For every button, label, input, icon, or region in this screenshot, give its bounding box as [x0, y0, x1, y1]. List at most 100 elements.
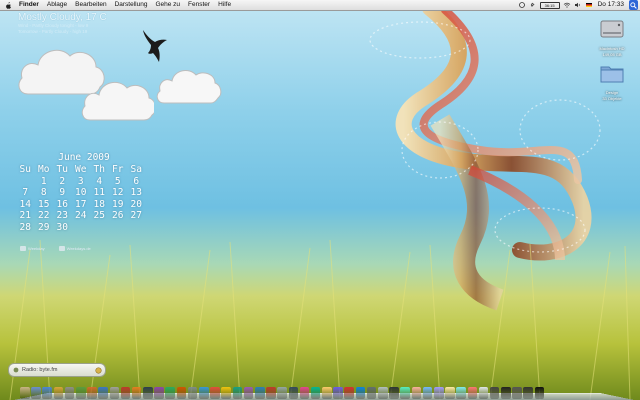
- badge[interactable]: Weekdays.de: [58, 246, 91, 251]
- dock-app-icon[interactable]: [131, 387, 142, 398]
- radio-dial-icon[interactable]: [95, 366, 102, 374]
- battery-indicator[interactable]: 36:15: [539, 1, 560, 9]
- dock-app-icon[interactable]: [512, 387, 522, 398]
- dock-app-icon[interactable]: [20, 387, 30, 398]
- dock-items: [20, 387, 545, 398]
- dock-app-icon[interactable]: [87, 387, 97, 398]
- dock-app-icon[interactable]: [232, 387, 243, 398]
- dock-app-icon[interactable]: [75, 387, 86, 398]
- calendar-grid: Su Mo Tu We Th Fr Sa 1 2 3 4 5 6 7 8 9 1…: [16, 164, 152, 234]
- wifi-icon[interactable]: [563, 2, 571, 8]
- menu-extras: 36:15 Do 17:33: [518, 0, 638, 10]
- dock-app-icon[interactable]: [98, 387, 108, 398]
- dock-app-icon[interactable]: [322, 387, 332, 398]
- dock-app-icon[interactable]: [400, 387, 410, 398]
- dock-app-icon[interactable]: [254, 387, 265, 398]
- menu-fenster[interactable]: Fenster: [184, 0, 214, 10]
- calendar-day: 12: [112, 187, 124, 199]
- calendar-day: 24: [75, 210, 87, 222]
- dock-app-icon[interactable]: [266, 387, 276, 398]
- weekday-label: Sa: [130, 164, 142, 175]
- dock-app-icon[interactable]: [277, 387, 287, 398]
- flag-icon[interactable]: [585, 2, 593, 8]
- dock-app-icon[interactable]: [176, 387, 187, 398]
- dock-app-icon[interactable]: [64, 387, 75, 398]
- dock-app-icon[interactable]: [109, 387, 120, 398]
- dock-app-icon[interactable]: [154, 387, 164, 398]
- dock-app-icon[interactable]: [489, 387, 500, 398]
- dock-app-icon[interactable]: [143, 387, 153, 398]
- volume-icon[interactable]: [574, 2, 582, 8]
- time-machine-icon[interactable]: [518, 2, 526, 8]
- dock-app-icon[interactable]: [411, 387, 422, 398]
- dock-app-icon[interactable]: [534, 387, 545, 398]
- dock-app-icon[interactable]: [243, 387, 254, 398]
- dock-app-icon[interactable]: [165, 387, 176, 398]
- desktop-icon-label: Macintosh HD: [599, 46, 625, 51]
- dock-app-icon[interactable]: [422, 387, 433, 398]
- dock-app-icon[interactable]: [378, 387, 388, 398]
- weather-condition: Mostly Cloudy, 17 C: [18, 12, 107, 23]
- weather-widget[interactable]: Mostly Cloudy, 17 C Wind - Partly Cloudy…: [18, 12, 107, 35]
- calendar-day: 9: [59, 187, 66, 199]
- weekday-label: We: [75, 164, 87, 175]
- badge-label: Weekday: [28, 246, 45, 251]
- calendar-day: 7: [22, 187, 29, 199]
- calendar-day: 27: [130, 210, 142, 222]
- calendar-day: 2: [59, 175, 66, 187]
- menu-clock[interactable]: Do 17:33: [596, 0, 626, 10]
- desktop-icon-design-folder[interactable]: Design 33 Objekte: [588, 62, 636, 101]
- dock-app-icon[interactable]: [355, 387, 366, 398]
- calendar-day: 23: [56, 210, 68, 222]
- calendar-day: 5: [114, 175, 121, 187]
- radio-icon: [13, 367, 19, 373]
- menu-darstellung[interactable]: Darstellung: [111, 0, 152, 10]
- menu-bearbeiten[interactable]: Bearbeiten: [71, 0, 110, 10]
- dock-app-icon[interactable]: [299, 387, 310, 398]
- dock-app-icon[interactable]: [187, 387, 198, 398]
- spotlight-button[interactable]: [629, 0, 638, 10]
- badge-icon: [58, 246, 65, 251]
- menu-gehe-zu[interactable]: Gehe zu: [151, 0, 184, 10]
- badge[interactable]: Weekday: [20, 246, 45, 251]
- dock-app-icon[interactable]: [433, 387, 444, 398]
- dock-app-icon[interactable]: [199, 387, 209, 398]
- calendar-day: 10: [75, 187, 87, 199]
- dock-app-icon[interactable]: [310, 387, 321, 398]
- dock-app-icon[interactable]: [210, 387, 220, 398]
- weekday-label: Th: [93, 164, 105, 175]
- dock-app-icon[interactable]: [478, 387, 489, 398]
- dock-app-icon[interactable]: [344, 387, 355, 398]
- dock-app-icon[interactable]: [389, 387, 399, 398]
- dock-app-icon[interactable]: [445, 387, 455, 398]
- desktop-icon-sublabel: 149,05 GB: [602, 52, 622, 57]
- menu-ablage[interactable]: Ablage: [43, 0, 71, 10]
- dock-app-icon[interactable]: [221, 387, 231, 398]
- dock-app-icon[interactable]: [53, 387, 64, 398]
- calendar-day: 17: [75, 198, 87, 210]
- dock-app-icon[interactable]: [523, 387, 534, 398]
- calendar-day: 22: [38, 210, 50, 222]
- calendar-title: June 2009: [58, 152, 110, 163]
- dock-app-icon[interactable]: [366, 387, 377, 398]
- widget-badges: Weekday Weekdays.de: [20, 246, 91, 251]
- calendar-day: 1: [40, 175, 47, 187]
- dock-app-icon[interactable]: [333, 387, 343, 398]
- calendar-widget[interactable]: June 2009 Su Mo Tu We Th Fr Sa 1 2 3 4 5…: [16, 152, 152, 234]
- dock-app-icon[interactable]: [467, 387, 478, 398]
- apple-menu-icon[interactable]: [5, 1, 12, 9]
- dock-app-icon[interactable]: [42, 387, 52, 398]
- dock-app-icon[interactable]: [120, 387, 131, 398]
- calendar-day: 16: [56, 198, 68, 210]
- menu-finder[interactable]: Finder: [15, 0, 43, 10]
- dock-app-icon[interactable]: [31, 387, 41, 398]
- desktop: Finder Ablage Bearbeiten Darstellung Geh…: [0, 0, 640, 400]
- dock-app-icon[interactable]: [456, 387, 466, 398]
- radio-widget[interactable]: Radio: byte.fm: [8, 363, 106, 377]
- calendar-day: 14: [19, 198, 31, 210]
- dock-app-icon[interactable]: [501, 387, 511, 398]
- desktop-icon-macintosh-hd[interactable]: Macintosh HD 149,05 GB: [588, 18, 636, 57]
- bluetooth-icon[interactable]: [529, 2, 537, 8]
- menu-hilfe[interactable]: Hilfe: [214, 0, 235, 10]
- dock-app-icon[interactable]: [288, 387, 299, 398]
